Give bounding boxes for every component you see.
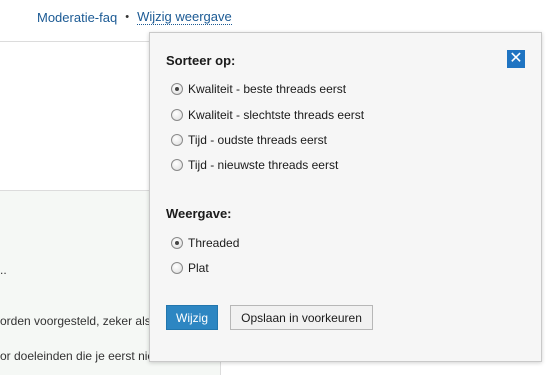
change-view-link[interactable]: Wijzig weergave	[137, 9, 232, 25]
view-options-popup: ✕ Sorteer op: Kwaliteit - beste threads …	[149, 32, 542, 362]
sort-option-newest[interactable]: Tijd - nieuwste threads eerst	[171, 158, 338, 172]
option-label: Kwaliteit - beste threads eerst	[188, 82, 347, 96]
radio-button[interactable]	[171, 83, 183, 95]
close-icon[interactable]: ✕	[507, 50, 525, 68]
option-label: Kwaliteit - slechtste threads eerst	[188, 108, 365, 122]
breadcrumb: Moderatie-faq • Wijzig weergave	[37, 9, 232, 25]
sort-option-worst-quality[interactable]: Kwaliteit - slechtste threads eerst	[171, 108, 364, 122]
radio-button[interactable]	[171, 134, 183, 146]
apply-button[interactable]: Wijzig	[166, 305, 218, 330]
view-option-threaded[interactable]: Threaded	[171, 236, 239, 250]
radio-button[interactable]	[171, 109, 183, 121]
sort-title: Sorteer op:	[166, 53, 236, 68]
sort-option-best-quality[interactable]: Kwaliteit - beste threads eerst	[171, 82, 346, 96]
option-label: Tijd - oudste threads eerst	[188, 133, 327, 147]
background-text: ..	[0, 263, 7, 277]
radio-button[interactable]	[171, 237, 183, 249]
save-preferences-button[interactable]: Opslaan in voorkeuren	[230, 305, 373, 330]
view-title: Weergave:	[166, 206, 232, 221]
view-option-flat[interactable]: Plat	[171, 261, 209, 275]
divider	[0, 41, 150, 42]
radio-button[interactable]	[171, 262, 183, 274]
radio-button[interactable]	[171, 159, 183, 171]
background-text: or doeleinden die je eerst nie	[0, 349, 155, 363]
moderation-faq-link[interactable]: Moderatie-faq	[37, 10, 117, 25]
option-label: Plat	[188, 261, 209, 275]
sort-option-oldest[interactable]: Tijd - oudste threads eerst	[171, 133, 327, 147]
breadcrumb-separator: •	[125, 11, 130, 23]
option-label: Tijd - nieuwste threads eerst	[188, 158, 339, 172]
background-text: orden voorgesteld, zeker als	[0, 314, 151, 328]
option-label: Threaded	[188, 236, 240, 250]
